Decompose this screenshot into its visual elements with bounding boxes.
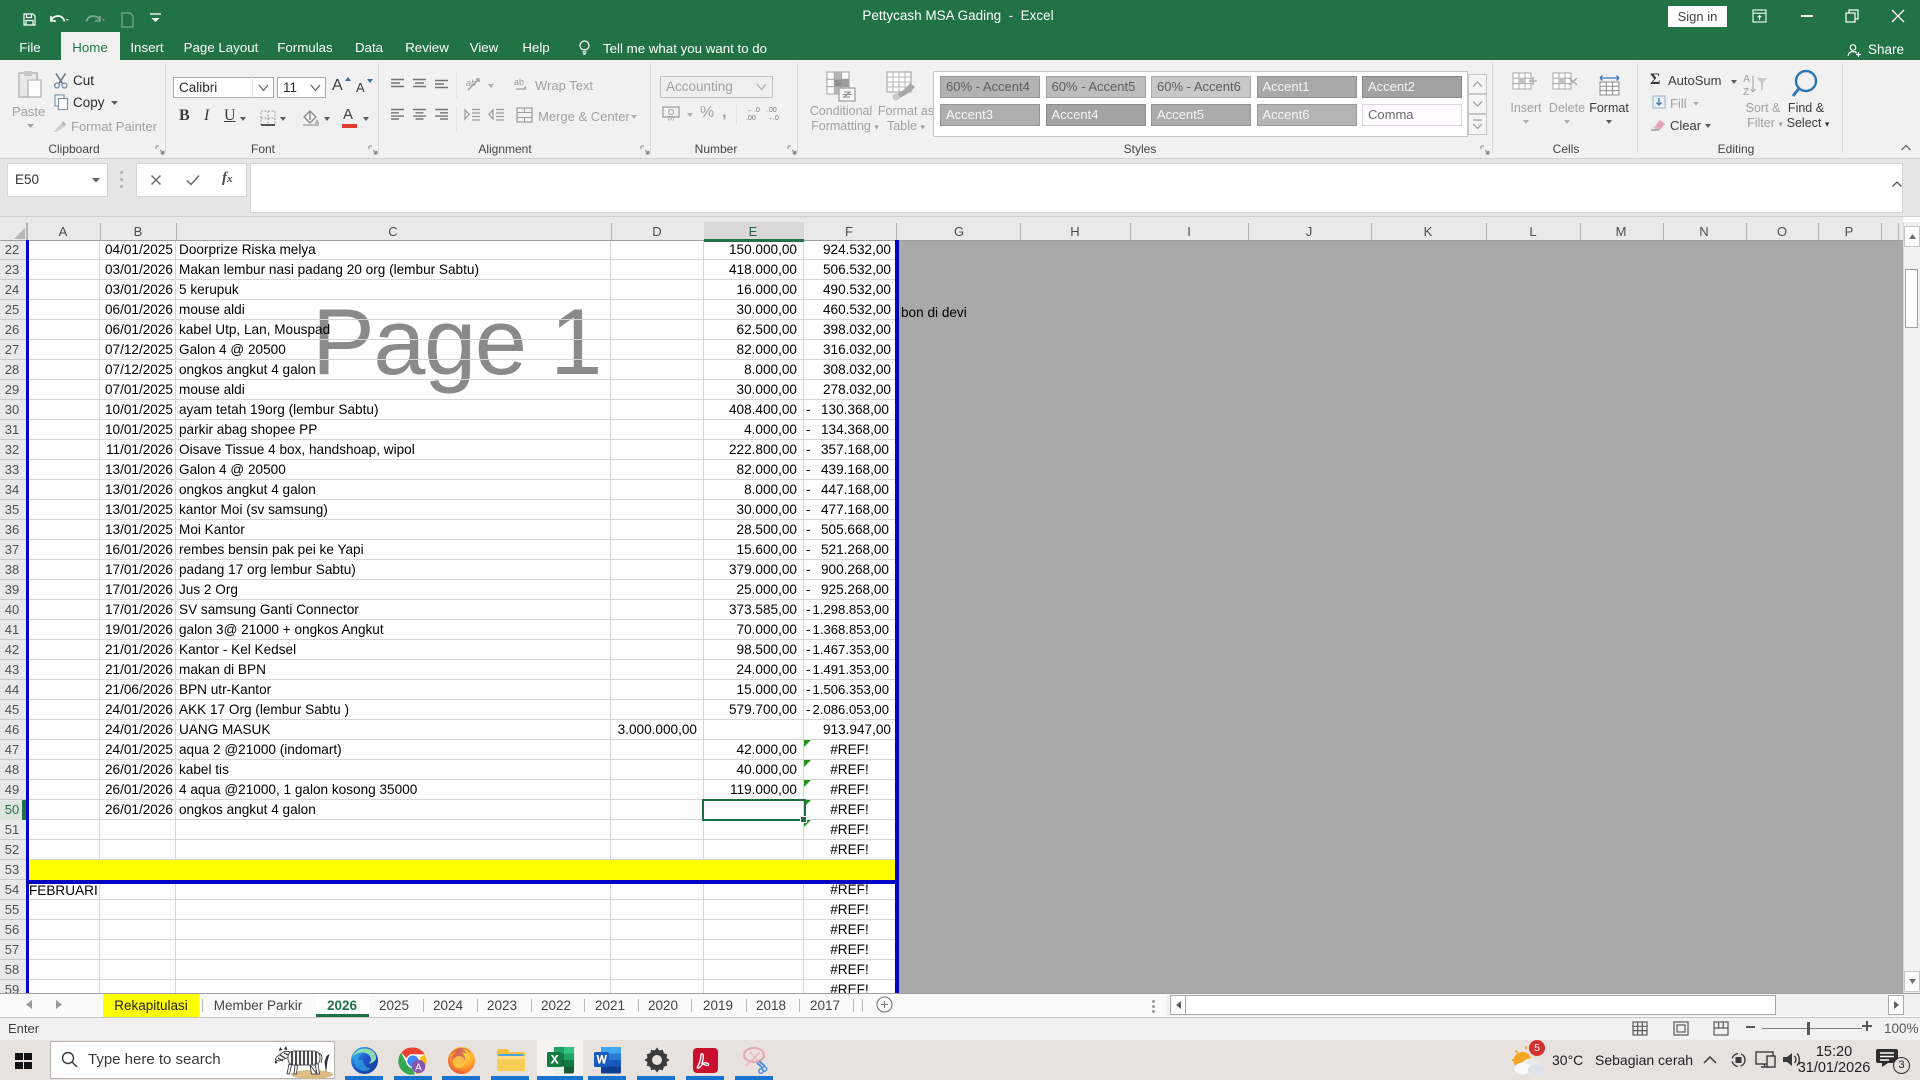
svg-text:Z: Z [1743,87,1749,98]
svg-text:ab: ab [466,78,476,88]
svg-text:00: 00 [668,117,675,122]
svg-text:A: A [415,1062,422,1073]
svg-text:→.0: →.0 [766,115,779,121]
svg-text:.00: .00 [746,115,756,121]
svg-text:ab: ab [514,77,524,87]
svg-text:←.0: ←.0 [747,107,760,114]
svg-text:A: A [1743,74,1750,85]
svg-text:.00: .00 [767,107,777,114]
